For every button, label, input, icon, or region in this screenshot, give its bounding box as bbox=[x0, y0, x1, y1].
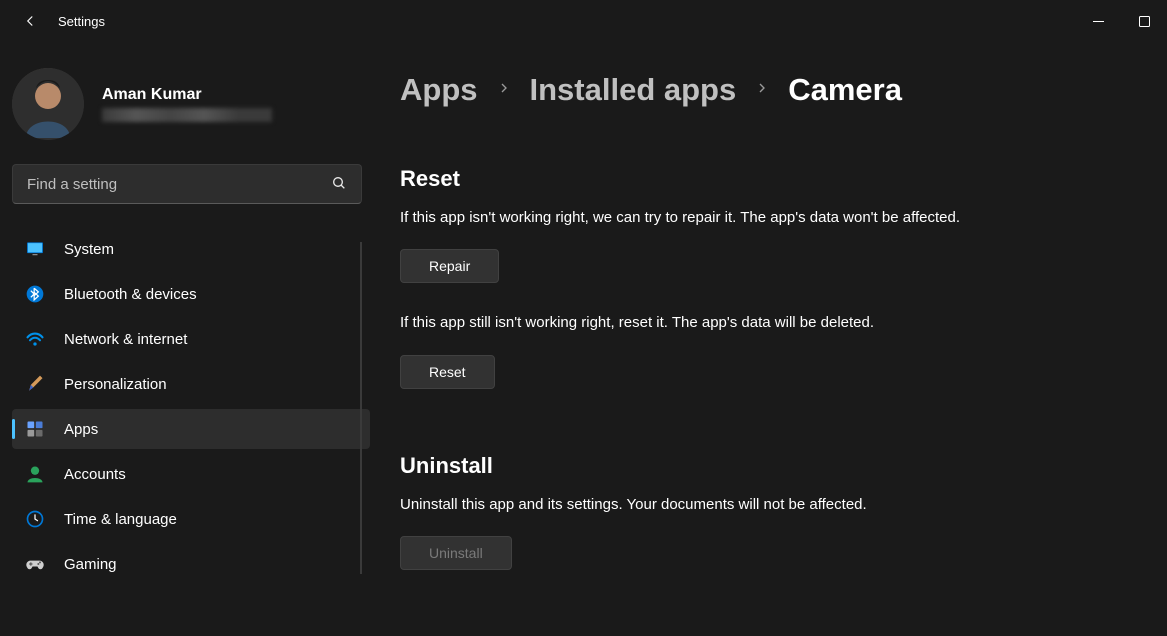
breadcrumb: Apps Installed apps Camera bbox=[400, 72, 1127, 108]
back-button[interactable] bbox=[16, 7, 44, 35]
sidebar-scrollbar[interactable] bbox=[360, 242, 362, 574]
sidebar-item-time-language[interactable]: Time & language bbox=[12, 499, 370, 539]
sidebar-item-label: Apps bbox=[64, 421, 98, 438]
breadcrumb-apps[interactable]: Apps bbox=[400, 72, 478, 108]
avatar bbox=[12, 68, 84, 140]
profile-block[interactable]: Aman Kumar bbox=[12, 60, 370, 164]
brush-icon bbox=[24, 373, 46, 395]
bluetooth-icon bbox=[24, 283, 46, 305]
gamepad-icon bbox=[24, 553, 46, 575]
sidebar-item-apps[interactable]: Apps bbox=[12, 409, 370, 449]
sidebar-nav: System Bluetooth & devices Network & int… bbox=[12, 224, 370, 624]
search-icon bbox=[331, 175, 347, 194]
search-input[interactable] bbox=[27, 176, 331, 193]
chevron-right-icon bbox=[496, 79, 512, 102]
sidebar-item-network[interactable]: Network & internet bbox=[12, 319, 370, 359]
uninstall-section-title: Uninstall bbox=[400, 453, 1127, 479]
content-area: Apps Installed apps Camera Reset If this… bbox=[370, 42, 1167, 636]
clock-icon bbox=[24, 508, 46, 530]
sidebar-item-personalization[interactable]: Personalization bbox=[12, 364, 370, 404]
person-icon bbox=[24, 463, 46, 485]
sidebar-item-label: Network & internet bbox=[64, 331, 187, 348]
repair-description: If this app isn't working right, we can … bbox=[400, 206, 960, 229]
sidebar-item-system[interactable]: System bbox=[12, 229, 370, 269]
reset-description: If this app still isn't working right, r… bbox=[400, 311, 1127, 334]
sidebar-item-label: Personalization bbox=[64, 376, 167, 393]
window-controls bbox=[1075, 0, 1167, 42]
maximize-icon bbox=[1139, 16, 1150, 27]
chevron-right-icon bbox=[754, 79, 770, 102]
sidebar-item-accounts[interactable]: Accounts bbox=[12, 454, 370, 494]
uninstall-button[interactable]: Uninstall bbox=[400, 536, 512, 570]
repair-button[interactable]: Repair bbox=[400, 249, 499, 283]
search-field[interactable] bbox=[12, 164, 362, 204]
system-icon bbox=[24, 238, 46, 260]
sidebar-item-bluetooth[interactable]: Bluetooth & devices bbox=[12, 274, 370, 314]
minimize-button[interactable] bbox=[1075, 0, 1121, 42]
reset-button[interactable]: Reset bbox=[400, 355, 495, 389]
sidebar-item-label: Bluetooth & devices bbox=[64, 286, 197, 303]
profile-email-redacted bbox=[102, 108, 272, 122]
uninstall-description: Uninstall this app and its settings. You… bbox=[400, 493, 1127, 516]
titlebar: Settings bbox=[0, 0, 1167, 42]
breadcrumb-installed-apps[interactable]: Installed apps bbox=[530, 72, 737, 108]
sidebar-item-label: Time & language bbox=[64, 511, 177, 528]
sidebar-item-label: Accounts bbox=[64, 466, 126, 483]
arrow-left-icon bbox=[21, 12, 39, 30]
sidebar: Aman Kumar System Bluetooth & devices bbox=[0, 42, 370, 636]
sidebar-item-label: Gaming bbox=[64, 556, 117, 573]
profile-name: Aman Kumar bbox=[102, 86, 272, 104]
sidebar-item-gaming[interactable]: Gaming bbox=[12, 544, 370, 584]
sidebar-item-label: System bbox=[64, 241, 114, 258]
breadcrumb-current: Camera bbox=[788, 72, 902, 108]
window-title: Settings bbox=[58, 14, 105, 29]
reset-section-title: Reset bbox=[400, 166, 1127, 192]
maximize-button[interactable] bbox=[1121, 0, 1167, 42]
apps-icon bbox=[24, 418, 46, 440]
wifi-icon bbox=[24, 328, 46, 350]
minimize-icon bbox=[1093, 16, 1104, 27]
